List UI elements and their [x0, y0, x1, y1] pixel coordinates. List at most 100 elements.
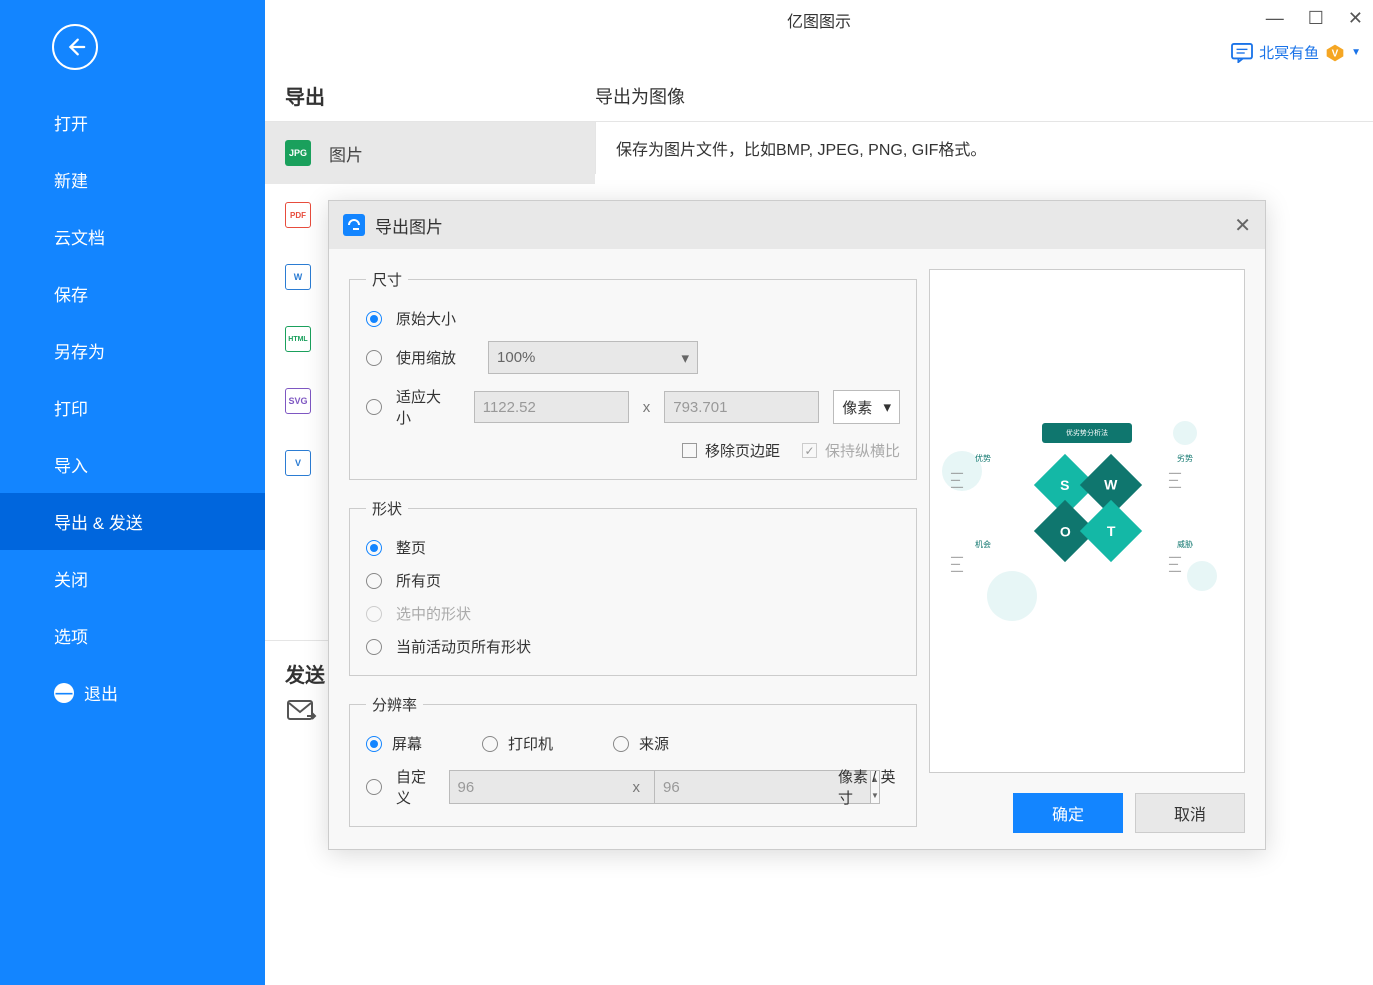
- label-full-page: 整页: [396, 537, 426, 558]
- radio-printer[interactable]: [482, 736, 498, 752]
- label-remove-margin: 移除页边距: [705, 440, 780, 461]
- sidebar-item-saveas[interactable]: 另存为: [0, 322, 265, 379]
- size-fieldset: 尺寸 原始大小 使用缩放 100%▾ 适应大小 x 像素▾: [349, 269, 917, 480]
- height-input[interactable]: [664, 391, 819, 423]
- dpi-y-spinner[interactable]: ▲▼: [654, 770, 824, 804]
- sidebar-item-close[interactable]: 关闭: [0, 550, 265, 607]
- unit-combo[interactable]: 像素▾: [833, 390, 900, 424]
- user-area[interactable]: 北冥有鱼 V ▼: [1231, 42, 1361, 63]
- chat-icon: [1231, 43, 1253, 63]
- zoom-combo[interactable]: 100%▾: [488, 341, 698, 374]
- size-legend: 尺寸: [366, 269, 408, 290]
- back-button[interactable]: [52, 24, 98, 70]
- label-all-pages: 所有页: [396, 570, 441, 591]
- swot-t-box: T: [1080, 500, 1142, 562]
- dialog-close-button[interactable]: ✕: [1234, 213, 1251, 238]
- sidebar-item-import[interactable]: 导入: [0, 436, 265, 493]
- swot-txt: ━━━━━━━━━━━: [951, 555, 1013, 576]
- sidebar-item-export-send[interactable]: 导出 & 发送: [0, 493, 265, 550]
- radio-use-zoom[interactable]: [366, 350, 382, 366]
- label-source: 来源: [639, 733, 669, 754]
- send-mail-item[interactable]: [287, 700, 317, 731]
- svg-icon: SVG: [285, 388, 311, 414]
- width-input[interactable]: [474, 391, 629, 423]
- mail-send-icon: [287, 700, 317, 726]
- preview-panel: 优劣势分析法 S W O T 优势 劣势 机会 威胁 ━━━━━━━━━━━ ━…: [929, 269, 1245, 773]
- swot-preview: 优劣势分析法 S W O T 优势 劣势 机会 威胁 ━━━━━━━━━━━ ━…: [947, 421, 1227, 621]
- export-detail-text: 保存为图片文件，比如BMP, JPEG, PNG, GIF格式。: [595, 122, 1373, 174]
- sidebar-item-cloud[interactable]: 云文档: [0, 208, 265, 265]
- user-dropdown-caret-icon[interactable]: ▼: [1351, 47, 1361, 58]
- sidebar-item-print[interactable]: 打印: [0, 379, 265, 436]
- export-subheading: 导出为图像: [595, 83, 1373, 109]
- titlebar: 亿图图示: [265, 0, 1373, 40]
- word-icon: W: [285, 264, 311, 290]
- checkbox-remove-margin[interactable]: [682, 443, 697, 458]
- swot-txt: ━━━━━━━━━━━: [951, 471, 1013, 492]
- swot-lbl-o: 机会: [975, 539, 1015, 550]
- export-image-dialog: 导出图片 ✕ 尺寸 原始大小 使用缩放 100%▾ 适应大小: [328, 200, 1266, 850]
- shape-legend: 形状: [366, 498, 408, 519]
- chevron-down-icon: ▾: [883, 398, 891, 416]
- radio-fit-size[interactable]: [366, 399, 382, 415]
- label-selected-shapes: 选中的形状: [396, 603, 471, 624]
- swot-txt: ━━━━━━━━━━━: [1169, 555, 1231, 576]
- pdf-icon: PDF: [285, 202, 311, 228]
- sidebar-item-save[interactable]: 保存: [0, 265, 265, 322]
- radio-custom[interactable]: [366, 779, 382, 795]
- section-header: 导出 导出为图像: [265, 70, 1373, 122]
- export-heading: 导出: [265, 81, 595, 110]
- radio-full-page[interactable]: [366, 540, 382, 556]
- label-fit-size: 适应大小: [396, 386, 442, 428]
- resolution-fieldset: 分辨率 屏幕 打印机 来源 自定义 ▲▼ x ▲▼ 像素 / 英寸: [349, 694, 917, 827]
- visio-icon: V: [285, 450, 311, 476]
- export-item-label: 图片: [329, 141, 363, 166]
- exit-icon: —: [54, 683, 74, 703]
- radio-source[interactable]: [613, 736, 629, 752]
- svg-text:V: V: [1332, 48, 1339, 59]
- app-title: 亿图图示: [787, 8, 851, 32]
- radio-selected-shapes: [366, 606, 382, 622]
- shape-fieldset: 形状 整页 所有页 选中的形状 当前活动页所有形状: [349, 498, 917, 676]
- label-screen: 屏幕: [392, 733, 422, 754]
- username-label: 北冥有鱼: [1259, 42, 1319, 63]
- arrow-left-icon: [64, 36, 86, 58]
- maximize-button[interactable]: ☐: [1308, 8, 1324, 29]
- window-controls: — ☐ ✕: [1266, 8, 1363, 29]
- label-printer: 打印机: [508, 733, 553, 754]
- sidebar-item-options[interactable]: 选项: [0, 607, 265, 664]
- sidebar-item-new[interactable]: 新建: [0, 151, 265, 208]
- chevron-down-icon: ▾: [681, 349, 689, 367]
- minimize-button[interactable]: —: [1266, 8, 1284, 29]
- sidebar-item-open[interactable]: 打开: [0, 94, 265, 151]
- swot-title: 优劣势分析法: [1042, 423, 1132, 443]
- swot-lbl-w: 劣势: [1177, 453, 1217, 464]
- sidebar: 打开 新建 云文档 保存 另存为 打印 导入 导出 & 发送 关闭 选项 —退出: [0, 0, 265, 985]
- close-window-button[interactable]: ✕: [1348, 8, 1363, 29]
- label-keep-aspect: 保持纵横比: [825, 440, 900, 461]
- label-active-page-shapes: 当前活动页所有形状: [396, 636, 531, 657]
- jpg-icon: JPG: [285, 140, 311, 166]
- swot-lbl-s: 优势: [975, 453, 1015, 464]
- radio-screen[interactable]: [366, 736, 382, 752]
- export-item-image[interactable]: JPG 图片: [265, 122, 595, 184]
- cancel-button[interactable]: 取消: [1135, 793, 1245, 833]
- dpi-x-spinner[interactable]: ▲▼: [449, 770, 619, 804]
- checkbox-keep-aspect: [802, 443, 817, 458]
- x-label: x: [643, 399, 651, 416]
- radio-active-page-shapes[interactable]: [366, 639, 382, 655]
- sidebar-item-exit[interactable]: —退出: [0, 664, 265, 721]
- resolution-legend: 分辨率: [366, 694, 423, 715]
- dialog-titlebar: 导出图片 ✕: [329, 201, 1265, 249]
- swot-lbl-t: 威胁: [1177, 539, 1217, 550]
- radio-all-pages[interactable]: [366, 573, 382, 589]
- swot-txt: ━━━━━━━━━━━: [1169, 471, 1231, 492]
- radio-original-size[interactable]: [366, 311, 382, 327]
- html-icon: HTML: [285, 326, 311, 352]
- label-use-zoom: 使用缩放: [396, 347, 456, 368]
- app-logo-icon: [343, 214, 365, 236]
- ok-button[interactable]: 确定: [1013, 793, 1123, 833]
- dialog-title-text: 导出图片: [375, 213, 443, 238]
- x-label: x: [633, 779, 641, 796]
- label-custom: 自定义: [396, 766, 435, 808]
